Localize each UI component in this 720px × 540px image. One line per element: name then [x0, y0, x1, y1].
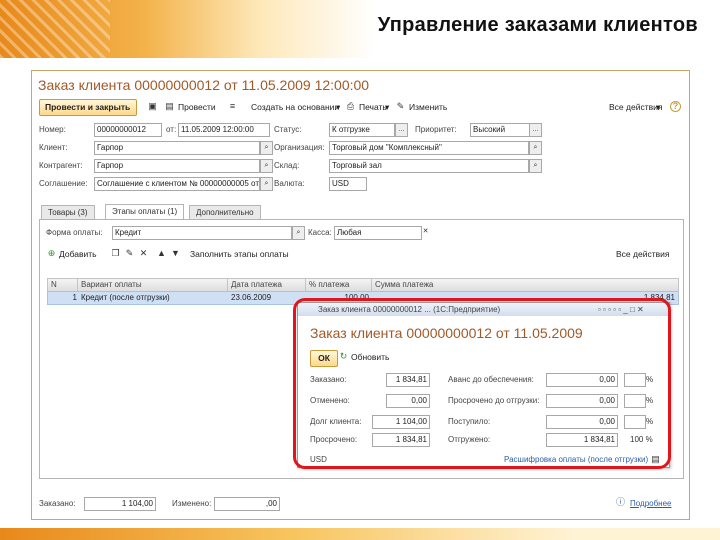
post-close-button[interactable]: Провести и закрыть: [39, 99, 137, 116]
currency-field[interactable]: USD: [329, 177, 367, 191]
from-label: от:: [166, 125, 177, 134]
organization-field[interactable]: Торговый дом "Комплексный": [329, 141, 529, 155]
client-label: Клиент:: [39, 143, 68, 152]
priority-select-button[interactable]: …: [529, 123, 542, 137]
row-variant: Кредит (после отгрузки): [81, 293, 170, 302]
edit-icon[interactable]: ✎: [395, 101, 406, 112]
search-icon[interactable]: ⌕: [260, 141, 273, 155]
info-icon: ⓘ: [615, 497, 625, 507]
tab-goods[interactable]: Товары (3): [41, 205, 95, 219]
payment-form-field[interactable]: Кредит: [112, 226, 292, 240]
slide-footer-bar: [0, 528, 720, 540]
print-button[interactable]: Печать: [359, 100, 387, 114]
all-actions-button[interactable]: Все действия: [616, 247, 669, 261]
contractor-label: Контрагент:: [39, 161, 83, 170]
cash-label: Касса:: [308, 228, 332, 237]
create-based-button[interactable]: Создать на основании: [251, 100, 339, 114]
priority-field[interactable]: Высокий: [470, 123, 530, 137]
header-decoration: [0, 0, 110, 58]
column-header[interactable]: Вариант оплаты: [78, 279, 228, 291]
row-date: 23.06.2009: [231, 293, 272, 302]
column-header[interactable]: Сумма платежа: [372, 279, 678, 291]
tab-additional[interactable]: Дополнительно: [189, 205, 261, 219]
agreement-field[interactable]: Соглашение с клиентом № 00000000005 от: [94, 177, 260, 191]
number-field[interactable]: 00000000012: [94, 123, 162, 137]
contractor-field[interactable]: Гарпор: [94, 159, 260, 173]
details-link[interactable]: Подробнее: [630, 499, 672, 508]
payment-form-label: Форма оплаты:: [46, 228, 103, 237]
copy-icon[interactable]: ❐: [110, 248, 121, 259]
changed-label: Изменено:: [172, 499, 212, 508]
organization-label: Организация:: [274, 143, 325, 152]
search-icon[interactable]: ⌕: [292, 226, 305, 240]
fill-stages-button[interactable]: Заполнить этапы оплаты: [190, 247, 289, 261]
column-header[interactable]: N: [48, 279, 78, 291]
changed-field: ,00: [214, 497, 280, 511]
post-button[interactable]: Провести: [178, 100, 216, 114]
tab-payment-stages[interactable]: Этапы оплаты (1): [105, 204, 185, 219]
all-actions-button[interactable]: Все действия: [609, 100, 662, 114]
post-icon[interactable]: ▤: [164, 101, 175, 112]
status-label: Статус:: [274, 125, 302, 134]
priority-label: Приоритет:: [415, 125, 457, 134]
highlight-frame: [293, 298, 671, 469]
cash-field[interactable]: Любая: [334, 226, 422, 240]
currency-label: Валюта:: [274, 179, 305, 188]
warehouse-label: Склад:: [274, 161, 300, 170]
search-icon[interactable]: ⌕: [260, 159, 273, 173]
column-header[interactable]: % платежа: [306, 279, 372, 291]
add-button[interactable]: Добавить: [59, 247, 97, 261]
warehouse-field[interactable]: Торговый зал: [329, 159, 529, 173]
move-up-icon[interactable]: ▲: [156, 248, 167, 259]
edit-icon[interactable]: ✎: [124, 248, 135, 259]
journal-icon[interactable]: ≡: [227, 101, 238, 112]
edit-button[interactable]: Изменить: [409, 100, 447, 114]
ordered-label: Заказано:: [39, 499, 76, 508]
agreement-label: Соглашение:: [39, 179, 88, 188]
client-field[interactable]: Гарпор: [94, 141, 260, 155]
save-icon[interactable]: ▣: [147, 101, 158, 112]
main-toolbar: Провести и закрыть ▣ ▤ Провести ≡ Создат…: [39, 99, 684, 117]
add-icon[interactable]: ⊕: [46, 248, 57, 259]
date-field[interactable]: 11.05.2009 12:00:00: [178, 123, 270, 137]
slide-title: Управление заказами клиентов: [377, 14, 698, 36]
chevron-down-icon[interactable]: ▾: [656, 100, 660, 114]
window-title: Заказ клиента 00000000012 от 11.05.2009 …: [38, 77, 370, 93]
printer-icon[interactable]: ⎙: [345, 101, 356, 112]
clear-icon[interactable]: ✕: [420, 226, 431, 238]
column-header[interactable]: Дата платежа: [228, 279, 306, 291]
chevron-down-icon[interactable]: ▾: [385, 100, 389, 114]
grid-header: N Вариант оплаты Дата платежа % платежа …: [47, 278, 679, 292]
status-field[interactable]: К отгрузке: [329, 123, 395, 137]
move-down-icon[interactable]: ▼: [170, 248, 181, 259]
help-icon[interactable]: ?: [670, 101, 681, 112]
search-icon[interactable]: ⌕: [260, 177, 273, 191]
chevron-down-icon[interactable]: ▾: [336, 100, 340, 114]
status-select-button[interactable]: …: [395, 123, 408, 137]
search-icon[interactable]: ⌕: [529, 141, 542, 155]
delete-icon[interactable]: ✕: [138, 248, 149, 259]
search-icon[interactable]: ⌕: [529, 159, 542, 173]
ordered-field: 1 104,00: [84, 497, 156, 511]
number-label: Номер:: [39, 125, 66, 134]
row-number: 1: [72, 293, 77, 302]
